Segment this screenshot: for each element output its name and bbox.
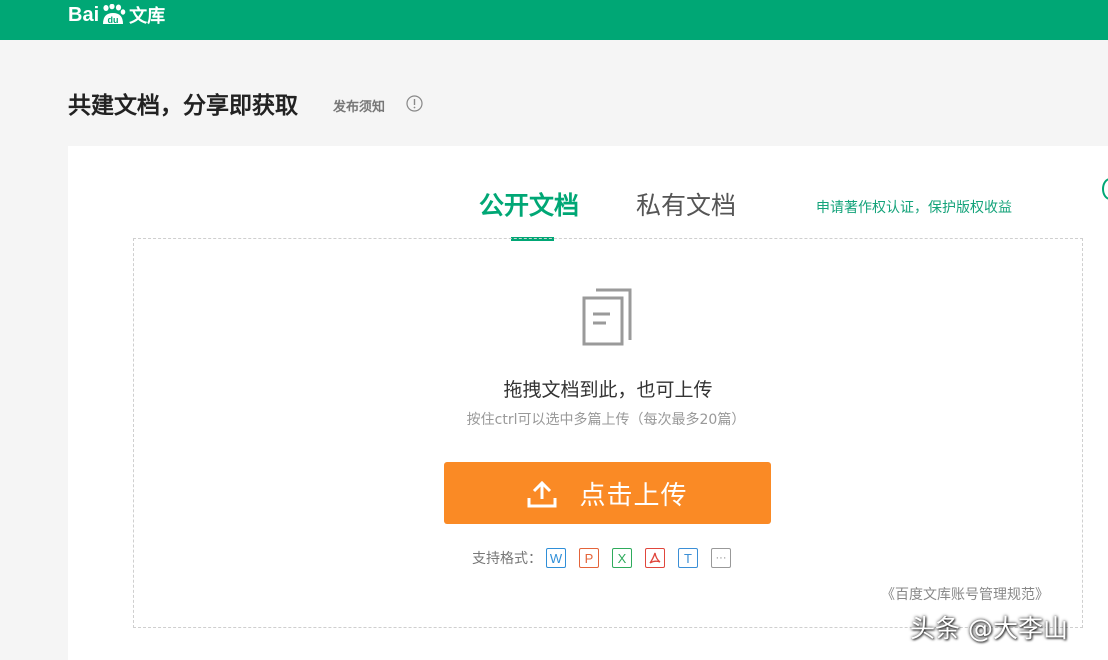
tab-public-docs[interactable]: 公开文档 (479, 186, 579, 222)
logo-text-wenku: 文库 (129, 6, 166, 27)
baidu-wenku-logo[interactable]: Bai du 文库 (68, 2, 165, 28)
pdf-format-icon (645, 548, 665, 568)
publish-notice-link[interactable]: 发布须知 (333, 96, 385, 115)
excel-format-icon: X (612, 548, 632, 568)
more-formats-icon[interactable]: ··· (711, 548, 731, 568)
formats-label: 支持格式： (472, 551, 542, 567)
logo-paw-icon: du (100, 4, 126, 26)
upload-arrow-icon (527, 481, 557, 508)
svg-text:du: du (108, 15, 119, 25)
logo-text-bai: Bai (68, 3, 100, 26)
ppt-format-icon: P (579, 548, 599, 568)
page-title: 共建文档，分享即获取 (68, 93, 298, 119)
multi-select-hint: 按住ctrl可以选中多篇上传（每次最多20篇） (466, 412, 746, 428)
word-format-icon: W (546, 548, 566, 568)
txt-format-icon: T (678, 548, 698, 568)
supported-formats: 支持格式： W P X T ··· (472, 547, 744, 569)
account-rules-link[interactable]: 《百度文库账号管理规范》 (881, 584, 1049, 604)
tab-private-docs[interactable]: 私有文档 (636, 186, 736, 222)
watermark-text: 头条 @大李山 (910, 614, 1068, 643)
top-header-bar: Bai du 文库 (0, 0, 1108, 40)
copyright-certification-link[interactable]: 申请著作权认证，保护版权收益 (816, 197, 1012, 217)
upload-button-label: 点击上传 (579, 480, 688, 511)
info-circle-icon[interactable] (406, 95, 423, 112)
document-stack-icon (582, 288, 632, 346)
drop-instruction: 拖拽文档到此，也可上传 (503, 379, 713, 401)
upload-button[interactable]: 点击上传 (444, 462, 771, 524)
